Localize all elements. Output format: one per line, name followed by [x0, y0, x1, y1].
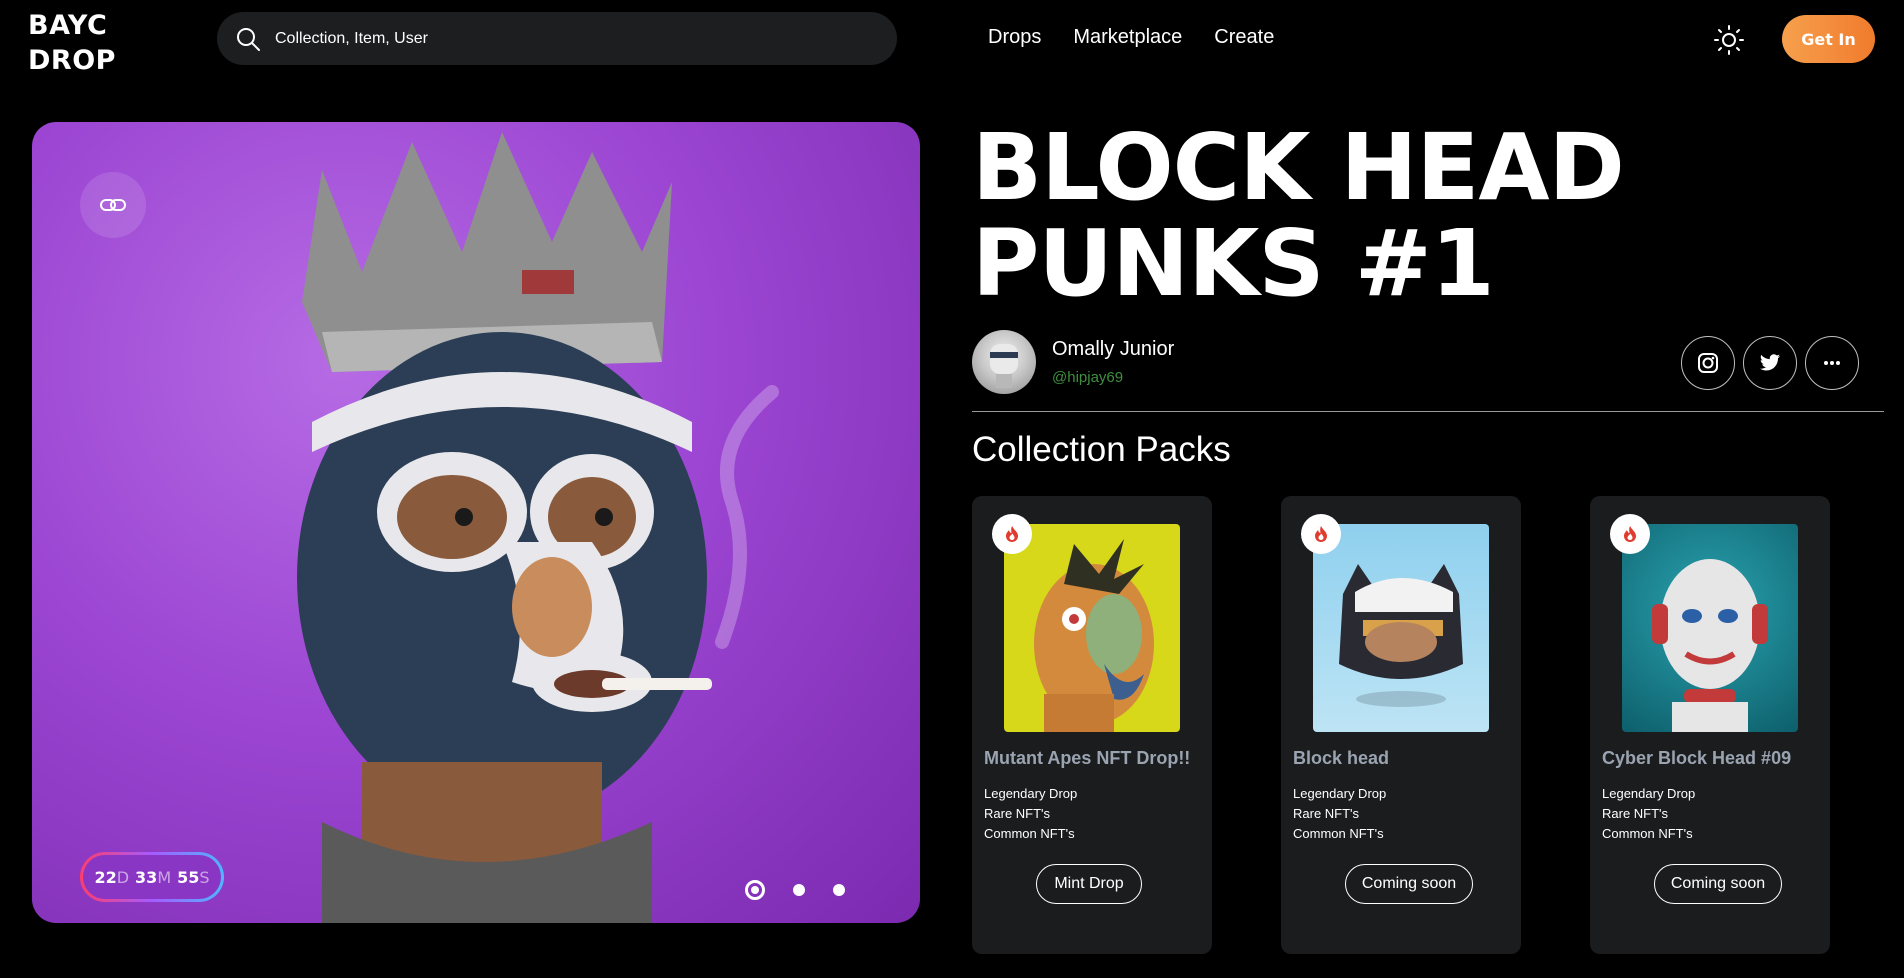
- block-head-artwork: [297, 132, 779, 923]
- pack-tiers: Legendary Drop Rare NFT's Common NFT's: [1293, 784, 1386, 844]
- pack-card-1[interactable]: Mutant Apes NFT Drop!! Legendary Drop Ra…: [972, 496, 1212, 954]
- mint-drop-button[interactable]: Mint Drop: [1036, 864, 1142, 904]
- brand-line-2: DROP: [28, 45, 116, 76]
- nav-item-create[interactable]: Create: [1214, 26, 1274, 49]
- nav-item-marketplace[interactable]: Marketplace: [1073, 26, 1182, 49]
- pack-tiers: Legendary Drop Rare NFT's Common NFT's: [1602, 784, 1695, 844]
- author-handle[interactable]: @hipjay69: [1052, 369, 1174, 386]
- fire-icon: [1624, 526, 1636, 542]
- pack-tier: Rare NFT's: [984, 806, 1051, 821]
- mutant-ape-artwork: [1034, 539, 1154, 732]
- drop-title: BLOCK HEAD PUNKS #1: [972, 114, 1625, 317]
- drop-title-line-1: BLOCK HEAD: [972, 114, 1625, 221]
- hot-badge: [1610, 514, 1650, 554]
- twitter-icon: [1759, 354, 1781, 371]
- pack-tier: Rare NFT's: [1602, 806, 1669, 821]
- pack-thumbnail[interactable]: [1004, 524, 1180, 732]
- twitter-button[interactable]: [1743, 336, 1797, 390]
- link-icon: [100, 199, 126, 211]
- pack-title[interactable]: Block head: [1293, 748, 1389, 769]
- get-in-button[interactable]: Get In: [1782, 15, 1875, 63]
- more-icon: [1824, 361, 1840, 365]
- pack-thumbnail[interactable]: [1622, 524, 1798, 732]
- main-nav: Drops Marketplace Create: [988, 26, 1274, 49]
- instagram-icon: [1698, 353, 1718, 373]
- pack-tier: Legendary Drop: [1602, 786, 1696, 801]
- pack-tier: Common NFT's: [1293, 826, 1384, 841]
- countdown-seconds: 55S: [177, 867, 210, 887]
- search-icon: [237, 27, 260, 51]
- countdown-minutes: 33M: [135, 867, 172, 887]
- coming-soon-button[interactable]: Coming soon: [1345, 864, 1473, 904]
- pack-tiers: Legendary Drop Rare NFT's Common NFT's: [984, 784, 1077, 844]
- pack-title[interactable]: Mutant Apes NFT Drop!!: [984, 748, 1190, 769]
- countdown-days: 22D: [94, 867, 130, 887]
- brand-line-1: BAYC: [28, 10, 108, 41]
- author-block[interactable]: Omally Junior @hipjay69: [972, 330, 1174, 394]
- avatar[interactable]: [972, 330, 1036, 394]
- pack-tier: Legendary Drop: [984, 786, 1078, 801]
- brand-logo[interactable]: BAYC DROP: [28, 8, 116, 78]
- instagram-button[interactable]: [1681, 336, 1735, 390]
- divider: [972, 411, 1884, 412]
- copy-link-button[interactable]: [80, 172, 146, 238]
- collection-heading: Collection Packs: [972, 430, 1231, 469]
- hero-image: 22D 33M 55S: [32, 122, 920, 923]
- pack-title[interactable]: Cyber Block Head #09: [1602, 748, 1791, 769]
- hot-badge: [992, 514, 1032, 554]
- countdown-timer: 22D 33M 55S: [80, 852, 224, 902]
- coming-soon-button[interactable]: Coming soon: [1654, 864, 1782, 904]
- fire-icon: [1315, 526, 1327, 542]
- pack-tier: Common NFT's: [984, 826, 1075, 841]
- pack-card-2[interactable]: Block head Legendary Drop Rare NFT's Com…: [1281, 496, 1521, 954]
- countdown-values: 22D 33M 55S: [83, 855, 221, 899]
- sun-icon[interactable]: [1713, 24, 1745, 56]
- cyber-block-head-artwork: [1652, 559, 1768, 732]
- nav-item-drops[interactable]: Drops: [988, 26, 1041, 49]
- author-info: Omally Junior @hipjay69: [1052, 338, 1174, 386]
- more-button[interactable]: [1805, 336, 1859, 390]
- pack-card-3[interactable]: Cyber Block Head #09 Legendary Drop Rare…: [1590, 496, 1830, 954]
- author-name[interactable]: Omally Junior: [1052, 338, 1174, 361]
- search-placeholder: Collection, Item, User: [275, 29, 428, 47]
- pack-thumbnail[interactable]: [1313, 524, 1489, 732]
- top-bar: BAYC DROP Collection, Item, User Drops M…: [0, 0, 1904, 80]
- social-links: [1681, 336, 1859, 390]
- pack-tier: Legendary Drop: [1293, 786, 1387, 801]
- slide-pagination: [745, 880, 845, 900]
- slide-dot-1[interactable]: [745, 880, 765, 900]
- block-head-artwork: [1339, 564, 1463, 707]
- pack-tier: Rare NFT's: [1293, 806, 1360, 821]
- avatar-image: [990, 344, 1018, 388]
- drop-title-line-2: PUNKS #1: [972, 210, 1495, 317]
- fire-icon: [1006, 526, 1018, 542]
- slide-dot-3[interactable]: [833, 884, 845, 896]
- pack-tier: Common NFT's: [1602, 826, 1693, 841]
- search-input[interactable]: Collection, Item, User: [217, 12, 897, 65]
- slide-dot-2[interactable]: [793, 884, 805, 896]
- hot-badge: [1301, 514, 1341, 554]
